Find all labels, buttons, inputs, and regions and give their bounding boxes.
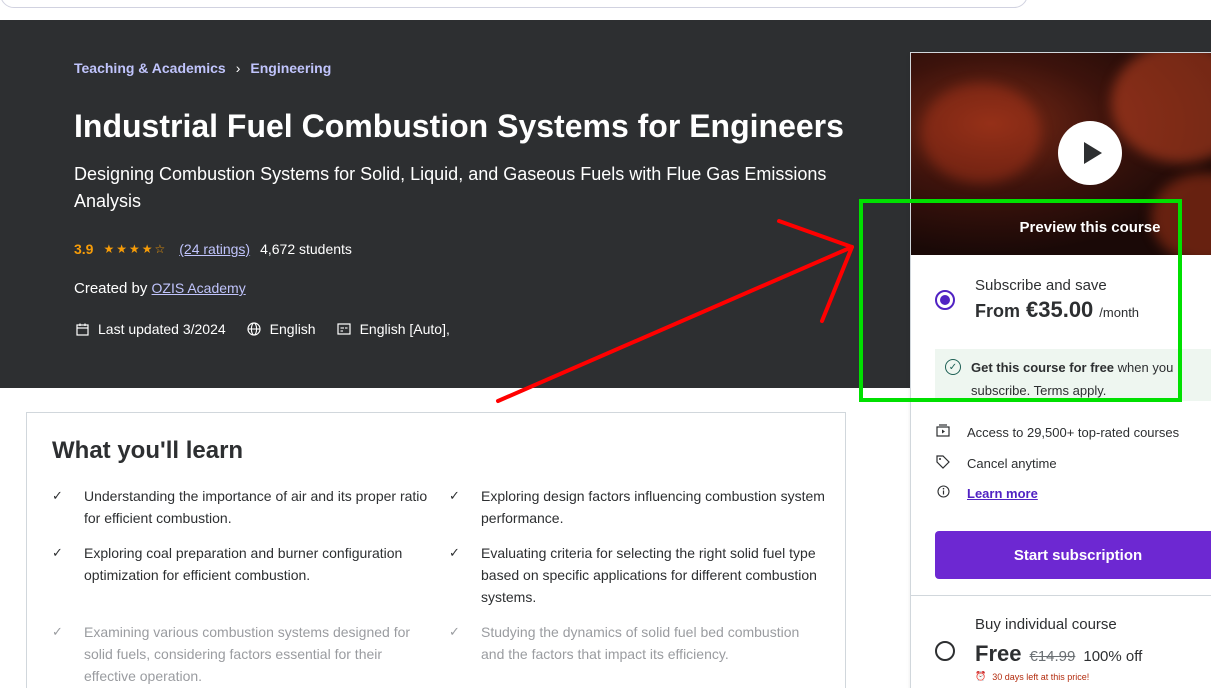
check-icon: ✓ bbox=[52, 488, 63, 503]
play-button[interactable] bbox=[1058, 121, 1122, 185]
star-rating-icon: ★★★★☆ bbox=[103, 242, 168, 256]
learn-item: ✓ Understanding the importance of air an… bbox=[52, 485, 429, 529]
courses-icon bbox=[935, 424, 951, 440]
learn-item: ✓ Studying the dynamics of solid fuel be… bbox=[449, 621, 826, 665]
learn-item-text: Exploring coal preparation and burner co… bbox=[84, 545, 403, 583]
feature-learn-more: Learn more bbox=[935, 485, 1038, 501]
learn-item-text: Exploring design factors influencing com… bbox=[481, 488, 825, 526]
learn-title: What you'll learn bbox=[52, 437, 244, 464]
check-icon: ✓ bbox=[52, 545, 63, 560]
captions: English [Auto], bbox=[359, 321, 450, 337]
buy-price: Free bbox=[975, 641, 1022, 666]
learn-item: ✓ Exploring design factors influencing c… bbox=[449, 485, 826, 529]
ratings-count-link[interactable]: (24 ratings) bbox=[179, 241, 250, 257]
start-subscription-button[interactable]: Start subscription bbox=[935, 531, 1211, 579]
check-icon: ✓ bbox=[449, 545, 460, 560]
learn-item-text: Evaluating criteria for selecting the ri… bbox=[481, 545, 817, 605]
annotation-highlight-box bbox=[859, 199, 1182, 402]
tag-icon bbox=[935, 455, 951, 472]
buy-price-row: Free €14.99 100% off bbox=[975, 641, 1142, 667]
breadcrumb-teaching-academics[interactable]: Teaching & Academics bbox=[74, 60, 226, 76]
deadline: ⏰ 30 days left at this price! bbox=[975, 671, 1089, 682]
learn-more-link[interactable]: Learn more bbox=[967, 486, 1038, 501]
breadcrumb: Teaching & Academics › Engineering bbox=[74, 60, 331, 76]
last-updated: Last updated 3/2024 bbox=[98, 321, 226, 337]
rating-row: 3.9 ★★★★☆ (24 ratings) 4,672 students bbox=[74, 241, 352, 257]
globe-icon bbox=[246, 322, 262, 336]
feature-access: Access to 29,500+ top-rated courses bbox=[935, 424, 1179, 440]
info-icon bbox=[935, 485, 951, 501]
check-icon: ✓ bbox=[449, 488, 460, 503]
check-icon: ✓ bbox=[52, 624, 63, 639]
learn-item-text: Understanding the importance of air and … bbox=[84, 488, 428, 526]
what-you-will-learn: What you'll learn ✓ Understanding the im… bbox=[26, 412, 846, 688]
breadcrumb-engineering[interactable]: Engineering bbox=[250, 60, 331, 76]
captions-icon bbox=[336, 323, 352, 335]
learn-item-text: Examining various combustion systems des… bbox=[84, 624, 411, 684]
chevron-right-icon: › bbox=[235, 60, 241, 76]
created-by-label: Created by bbox=[74, 280, 148, 297]
deadline-text: 30 days left at this price! bbox=[992, 671, 1090, 682]
rating-value: 3.9 bbox=[74, 241, 94, 257]
top-bar bbox=[0, 0, 1211, 20]
course-subtitle: Designing Combustion Systems for Solid, … bbox=[74, 164, 827, 211]
learn-item: ✓ Exploring coal preparation and burner … bbox=[52, 542, 429, 586]
check-icon: ✓ bbox=[449, 624, 460, 639]
buy-option[interactable] bbox=[935, 641, 955, 661]
play-icon bbox=[1083, 142, 1102, 164]
language: English bbox=[269, 321, 316, 337]
created-by-row: Created by OZIS Academy bbox=[74, 280, 246, 297]
calendar-icon bbox=[74, 323, 90, 336]
flame-decor bbox=[1111, 53, 1211, 163]
search-input[interactable] bbox=[0, 0, 1028, 8]
feature-cancel-text: Cancel anytime bbox=[967, 456, 1057, 471]
course-title: Industrial Fuel Combustion Systems for E… bbox=[74, 108, 844, 144]
original-price: €14.99 bbox=[1029, 648, 1076, 665]
discount: 100% off bbox=[1083, 648, 1143, 665]
author-link[interactable]: OZIS Academy bbox=[152, 280, 246, 296]
learn-item-text: Studying the dynamics of solid fuel bed … bbox=[481, 624, 800, 662]
learn-item: ✓ Examining various combustion systems d… bbox=[52, 621, 429, 687]
buy-radio[interactable] bbox=[935, 641, 955, 661]
students-count: 4,672 students bbox=[260, 241, 352, 257]
learn-item: ✓ Evaluating criteria for selecting the … bbox=[449, 542, 826, 608]
course-meta: Last updated 3/2024 English English [Aut… bbox=[74, 321, 450, 337]
divider bbox=[911, 595, 1211, 596]
page: Teaching & Academics › Engineering Indus… bbox=[0, 0, 1211, 688]
feature-cancel: Cancel anytime bbox=[935, 455, 1057, 472]
flame-decor bbox=[921, 83, 1041, 183]
feature-access-text: Access to 29,500+ top-rated courses bbox=[967, 424, 1180, 440]
alarm-icon: ⏰ bbox=[975, 671, 987, 681]
buy-label: Buy individual course bbox=[975, 616, 1117, 633]
